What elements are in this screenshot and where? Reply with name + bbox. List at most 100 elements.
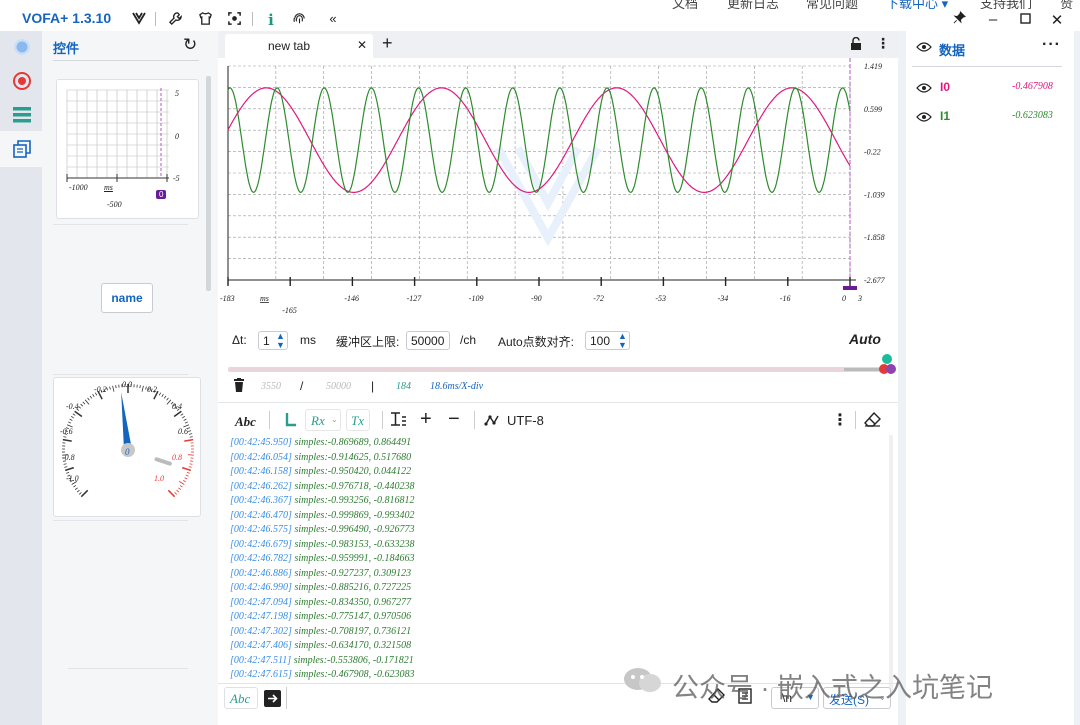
log-line: [00:42:47.511] simples:-0.553806, -0.171… [230,654,650,669]
scroll-slider-track[interactable] [228,367,888,372]
log-body: simples:-0.950420, 0.044122 [291,466,412,477]
gauge-tick-label: 0.6 [178,427,188,436]
gauge-tick [73,485,77,488]
gauge-tick [189,460,194,462]
log-line: [00:42:47.615] simples:-0.467908, -0.623… [230,668,650,683]
log-body: simples:-0.976718, -0.440238 [291,480,415,492]
align-stepper[interactable]: 100 ▲ ▼ [585,331,630,350]
buffer-value: 50000 [411,334,445,348]
name-button[interactable]: name [101,283,153,313]
pin-icon[interactable] [950,11,968,27]
gauge-tick [180,413,184,416]
tx-toggle[interactable]: Tx [346,409,370,431]
encoding-select[interactable]: UTF-8 [507,413,544,428]
eraser-icon[interactable] [864,411,881,432]
buffer-input[interactable]: 50000 [406,331,450,350]
zoom-in-icon[interactable]: + [420,407,432,431]
send-file-icon[interactable] [264,690,281,707]
zoom-out-icon[interactable]: − [448,407,460,431]
abc-toggle[interactable]: Abc [235,414,256,430]
mini-y-tick: 5 [175,89,179,98]
nav-support[interactable]: 支持我们 [980,0,1032,9]
rx-dropdown-icon[interactable]: ⌄ [331,415,338,424]
tab-new-tab[interactable]: new tab ✕ [225,34,373,58]
log-more-icon[interactable]: ⋮ [832,410,848,430]
buffer-unit: /ch [460,333,477,347]
minimize-icon[interactable]: – [984,11,1002,28]
color-dots-icon[interactable] [876,351,900,377]
tx-label: Tx [351,413,364,428]
x-tick-label: -165 [282,306,297,315]
collapse-left-icon[interactable]: « [324,11,342,26]
send-abc-toggle[interactable]: Abc [224,687,258,709]
nav-faq[interactable]: 常见问题 [806,0,858,9]
gauge-tick [76,489,80,493]
capture-icon[interactable] [225,11,243,30]
eye-icon[interactable] [916,40,932,58]
mini-chart-widget[interactable]: 5 0 -5 -1000 ms -500 0 [56,79,199,219]
nav-sponsor[interactable]: 赞助 [1060,0,1080,9]
refresh-icon[interactable]: ↻ [183,35,197,55]
log-output[interactable]: [00:42:45.950] simples:-0.869689, 0.8644… [230,436,650,683]
mini-chart-canvas [66,88,169,182]
auto-button[interactable]: Auto [849,331,881,347]
tab-more-icon[interactable]: ⋮ [876,35,890,52]
chart-encoding-icon[interactable] [484,413,500,432]
info-icon[interactable]: i [262,11,280,29]
maximize-icon[interactable] [1016,11,1034,28]
menu-list-icon[interactable] [10,103,34,127]
x-tick-label: -109 [469,294,484,303]
widgets-icon[interactable] [10,137,34,161]
log-body: simples:-0.999869, -0.993402 [291,509,415,521]
x-tick-label: -16 [780,294,791,303]
watermark-text: 公众号 · 嵌入式之入坑笔记 [672,673,993,703]
log-line: [00:42:47.302] simples:-0.708197, 0.7361… [230,625,650,640]
trash-icon[interactable] [233,378,245,397]
nav-docs[interactable]: 文档 [672,0,698,9]
controls-scrollbar[interactable] [206,76,211,291]
wrench-icon[interactable] [166,11,184,30]
y-tick-label: -1.858 [864,233,885,242]
gauge-tick [183,479,187,483]
spin-arrows-icon[interactable]: ▲ ▼ [618,332,627,350]
close-window-icon[interactable]: ✕ [1048,11,1066,29]
dt-stepper[interactable]: 1 ▲ ▼ [258,331,288,350]
fingerprint-icon[interactable] [290,11,308,30]
data-more-icon[interactable]: ··· [1042,36,1061,54]
y-tick-label: -2.677 [864,276,886,285]
log-body: simples:-0.993256, -0.816812 [291,495,415,506]
gauge-tick [87,397,90,401]
rx-toggle[interactable]: Rx ⌄ [305,409,341,431]
tab-close-icon[interactable]: ✕ [357,38,367,52]
data-title: 数据 [939,43,966,58]
timestamp-toggle-icon[interactable] [284,411,298,434]
record-icon[interactable] [10,69,34,93]
log-line: [00:42:46.470] simples:-0.999869, -0.993… [230,509,650,524]
add-tab-button[interactable]: + [382,33,393,54]
gauge-widget[interactable]: -1.0 -0.8 -0.6 -0.4 -0.2 0.0 0.2 0.4 0.6… [53,377,201,517]
tab-label: new tab [268,39,311,53]
nav-changelog[interactable]: 更新日志 [727,0,779,9]
shirt-icon[interactable] [196,11,214,30]
gauge-tick [188,430,192,432]
spin-arrows-icon[interactable]: ▲ ▼ [276,332,285,350]
cursor-handle[interactable] [843,286,857,290]
x-tick-label: -34 [718,294,729,303]
channel-eye-icon[interactable] [916,81,932,99]
channel-row[interactable]: I1 -0.623083 [906,106,1074,126]
unlock-icon[interactable] [850,36,862,55]
log-body: simples:-0.834350, 0.967277 [291,596,412,608]
log-scrollbar[interactable] [889,435,893,695]
log-body: simples:-0.983153, -0.633238 [291,538,415,550]
channel-eye-icon[interactable] [916,110,932,128]
waveform-chart[interactable]: 1.419 0.599 -0.22 -1.039 -1.858 -2.677 -183 -16… [218,58,898,318]
log-line: [00:42:47.094] simples:-0.834350, 0.9672… [230,596,650,611]
vofa-logo-icon[interactable] [130,11,148,29]
connection-status-icon[interactable] [10,35,34,59]
nav-download[interactable]: 下载中心 ▾ [886,0,948,9]
gauge-tick [174,492,178,495]
text-format-icon[interactable] [390,411,406,432]
log-timestamp: [00:42:46.262] [230,480,292,492]
channel-row[interactable]: I0 -0.467908 [906,77,1074,97]
log-timestamp: [00:42:45.950] [230,437,292,448]
